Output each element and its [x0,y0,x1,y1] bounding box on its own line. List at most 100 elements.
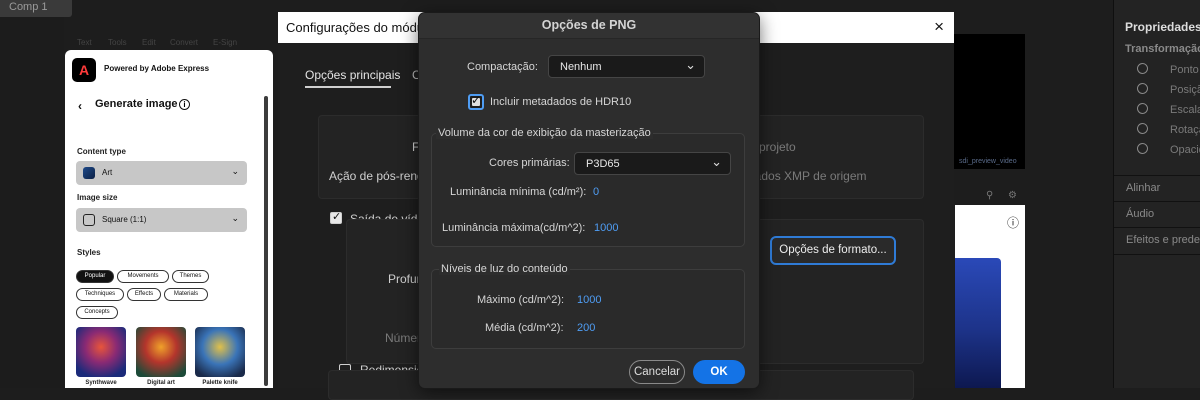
xmp-text: dados XMP de origem [748,169,867,183]
comp-tab[interactable]: Comp 1 [0,0,72,17]
style-tab-movements[interactable]: Movements [117,270,169,283]
chevron-down-icon: ⌄ [231,166,239,176]
compression-value: Nenhum [560,61,602,73]
thumbnail-caption: Digital art [147,380,175,386]
project-text: projeto [759,140,796,154]
average-value[interactable]: 200 [577,322,595,334]
art-swatch-icon [83,167,95,179]
checkmark-icon: ✓ [470,93,482,107]
include-hdr10-checkbox[interactable]: ✓ [468,93,484,110]
effects-presets-panel[interactable]: Efeitos e predefinições [1126,234,1200,246]
content-light-group [431,269,745,349]
info-icon[interactable]: ⓘ [1007,214,1019,231]
content-light-group-label: Níveis de luz do conteúdo [439,263,570,275]
stopwatch-icon[interactable] [1137,143,1148,154]
properties-title: Propriedades: 1 [1125,20,1200,34]
align-panel[interactable]: Alinhar [1126,182,1160,194]
divider [1114,175,1200,176]
divider [1114,254,1200,255]
powered-by-label: Powered by Adobe Express [104,64,210,73]
styles-label: Styles [77,248,101,257]
menu-item[interactable]: Edit [142,38,156,47]
max-cll-label: Máximo (cd/m^2): [477,294,565,306]
property-row[interactable]: Escala [1137,103,1200,116]
generated-image-preview [955,258,1001,388]
adobe-express-panel: A Powered by Adobe Express ‹ Generate im… [65,50,273,388]
background-white-panel: ⓘ [955,205,1025,388]
chevron-down-icon: ⌄ [711,154,722,169]
left-panel-background [0,17,64,388]
thumbnail-caption: Synthwave [85,380,117,386]
scrollbar[interactable] [264,96,268,386]
stopwatch-icon[interactable] [1137,123,1148,134]
png-options-dialog: Opções de PNG Compactação: Nenhum ⌄ ✓ In… [419,13,759,388]
content-type-select[interactable]: Art ⌄ [76,161,247,185]
stopwatch-icon[interactable] [1137,63,1148,74]
average-label: Média (cd/m^2): [485,322,564,334]
min-luminance-label: Luminância mínima (cd/m²): [450,186,587,198]
style-tab-themes[interactable]: Themes [172,270,209,283]
primaries-label: Cores primárias: [489,157,570,169]
active-tab-underline [305,86,391,88]
property-row[interactable]: Ponto [1137,63,1199,76]
min-luminance-value[interactable]: 0 [593,186,599,198]
video-output-checkbox[interactable] [330,210,342,224]
audio-panel[interactable]: Áudio [1126,208,1154,220]
back-arrow-icon[interactable]: ‹ [78,99,82,113]
max-cll-value[interactable]: 1000 [577,294,601,306]
style-thumbnail[interactable] [136,327,186,377]
style-thumbnail[interactable] [195,327,245,377]
menu-item[interactable]: Convert [170,38,198,47]
divider [1114,227,1200,228]
style-tab-techniques[interactable]: Techniques [76,288,124,301]
cancel-button[interactable]: Cancelar [629,360,685,384]
generate-image-heading: Generate image [95,98,178,110]
divider [1114,201,1200,202]
stopwatch-icon[interactable] [1137,83,1148,94]
close-icon[interactable]: × [934,17,944,37]
max-luminance-value[interactable]: 1000 [594,222,618,234]
mastering-group-label: Volume da cor de exibição da masterizaçã… [436,127,653,139]
image-size-value: Square (1:1) [102,215,147,224]
preview-toolbar: ⚲ ⚙ [960,190,1030,204]
adobe-express-logo-icon: A [72,58,96,82]
compression-select[interactable]: Nenhum ⌄ [548,55,705,78]
png-dialog-title: Opções de PNG [541,18,637,32]
tab-main-options[interactable]: Opções principais [305,68,400,82]
include-hdr10-label: Incluir metadados de HDR10 [490,96,632,108]
image-size-select[interactable]: Square (1:1) ⌄ [76,208,247,232]
preview-label: sdi_preview_video [959,158,1017,165]
menu-item[interactable]: E-Sign [213,38,237,47]
properties-panel: Propriedades: 1 Transformação Ponto Posi… [1113,0,1200,388]
style-tab-effects[interactable]: Effects [127,288,161,301]
search-icon[interactable]: ⚲ [986,190,993,201]
compression-label: Compactação: [467,61,538,73]
property-row[interactable]: Posição [1137,83,1200,96]
style-tab-materials[interactable]: Materials [164,288,208,301]
property-row[interactable]: Opacidade [1137,143,1200,156]
menu-item[interactable]: Tools [108,38,127,47]
menu-item[interactable]: Text [77,38,92,47]
transform-section[interactable]: Transformação [1125,43,1200,55]
settings-icon[interactable]: ⚙ [1008,190,1017,201]
content-type-value: Art [102,168,113,177]
format-options-button[interactable]: Opções de formato... [770,236,896,265]
chevron-down-icon: ⌄ [231,213,239,223]
style-tab-popular[interactable]: Popular [76,270,114,283]
style-thumbnail[interactable] [76,327,126,377]
info-icon[interactable]: i [179,99,190,110]
primaries-value: P3D65 [586,158,620,170]
primaries-select[interactable]: P3D65 ⌄ [574,152,731,175]
express-menu-bar: Text Tools Edit Convert E-Sign [65,38,273,50]
square-icon [83,214,95,226]
property-row[interactable]: Rotação [1137,123,1200,136]
style-tab-concepts[interactable]: Concepts [76,306,118,319]
number-label: Númer [385,331,422,345]
thumbnail-caption: Palette knife [202,380,238,386]
max-luminance-label: Luminância máxima(cd/m^2): [442,222,586,234]
content-type-label: Content type [77,147,126,156]
stopwatch-icon[interactable] [1137,103,1148,114]
ok-button[interactable]: OK [693,360,745,384]
chevron-down-icon: ⌄ [685,57,696,72]
image-size-label: Image size [77,193,118,202]
